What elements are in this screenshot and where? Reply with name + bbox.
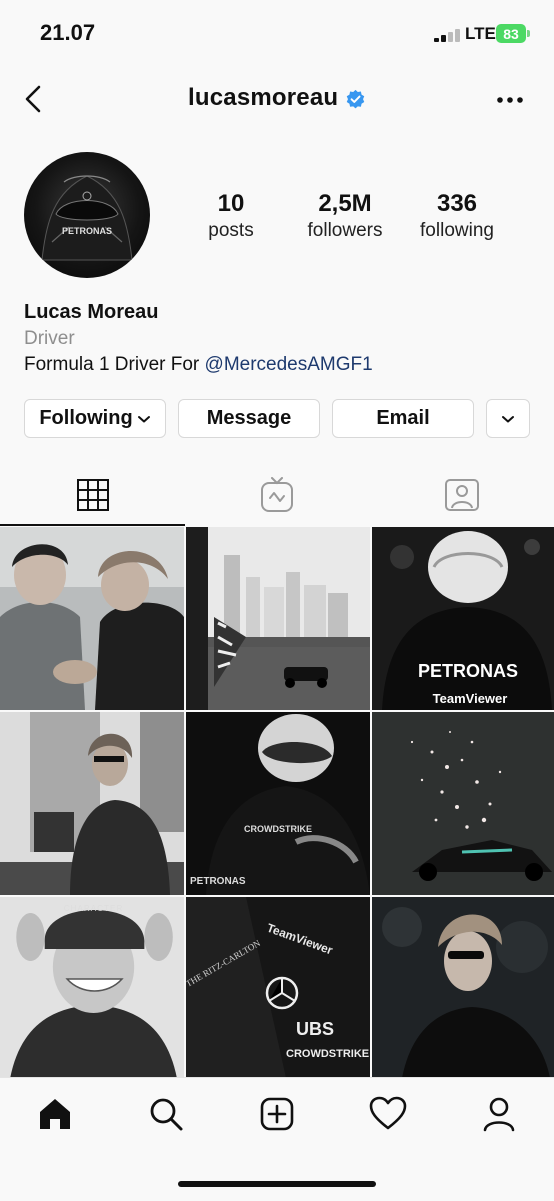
post-3-text-2: TeamViewer	[433, 691, 508, 706]
posts-count-value: 10	[217, 190, 245, 217]
bio-text: Formula 1 Driver For	[24, 354, 205, 375]
tab-igtv[interactable]	[185, 464, 369, 526]
profile-icon	[483, 1097, 515, 1132]
tab-posts-grid[interactable]	[0, 464, 185, 526]
back-button[interactable]	[22, 84, 46, 114]
following-count[interactable]: 336 following	[402, 190, 512, 244]
post-image-6	[372, 712, 554, 895]
post-5-text-2: PETRONAS	[190, 876, 246, 887]
followers-count[interactable]: 2,5M followers	[289, 190, 401, 244]
battery-tip	[527, 30, 530, 37]
nav-home[interactable]	[35, 1094, 75, 1134]
create-icon	[260, 1097, 294, 1131]
post-thumbnail-6[interactable]	[372, 712, 554, 895]
active-tab-indicator	[0, 524, 185, 526]
following-count-label: following	[420, 220, 494, 241]
post-thumbnail-2[interactable]	[186, 527, 370, 710]
status-time: 21.07	[40, 20, 96, 45]
profile-tabs	[0, 464, 554, 526]
post-thumbnail-8[interactable]: TeamViewer THE RITZ-CARLTON UBS CROWDSTR…	[186, 897, 370, 1078]
post-5-text-1: CROWDSTRIKE	[244, 824, 312, 834]
following-button-label: Following	[39, 407, 133, 429]
grid-icon	[76, 479, 109, 511]
post-thumbnail-7[interactable]: CHARACTER	[0, 897, 184, 1078]
more-dots-icon	[497, 97, 523, 103]
chevron-left-icon	[25, 85, 41, 113]
display-name: Lucas Moreau	[24, 301, 159, 323]
post-image-1	[0, 527, 184, 710]
post-8-text-3: UBS	[296, 1019, 334, 1039]
post-image-7: CHARACTER	[0, 897, 184, 1078]
avatar-text: PETRONAS	[62, 226, 112, 236]
post-7-text: CHARACTER	[64, 904, 124, 913]
profile-bio: Formula 1 Driver For @MercedesAMGF1	[24, 354, 373, 376]
tagged-icon	[444, 479, 479, 511]
profile-category: Driver	[24, 328, 75, 349]
nav-activity[interactable]	[368, 1094, 408, 1134]
verified-badge-icon	[345, 89, 366, 110]
message-button-label: Message	[206, 407, 292, 429]
suggested-accounts-button[interactable]	[486, 399, 530, 438]
post-thumbnail-4[interactable]	[0, 712, 184, 895]
post-image-2	[186, 527, 370, 710]
signal-icon	[434, 28, 462, 42]
profile-username: lucasmoreau	[188, 84, 339, 111]
home-icon	[40, 1099, 70, 1129]
post-image-5: CROWDSTRIKE PETRONAS	[186, 712, 370, 895]
heart-icon	[369, 1096, 407, 1130]
posts-count[interactable]: 10 posts	[176, 190, 286, 244]
bio-mention-link[interactable]: @MercedesAMGF1	[205, 354, 373, 375]
post-image-3: PETRONAS TeamViewer	[372, 527, 554, 710]
followers-count-value: 2,5M	[318, 190, 372, 217]
chevron-down-icon	[137, 415, 150, 422]
following-button[interactable]: Following	[24, 399, 166, 438]
home-indicator	[178, 1181, 376, 1187]
network-label: LTE	[465, 24, 496, 43]
posts-grid: PETRONAS TeamViewer CROWDSTRIKE PETRONAS	[0, 527, 554, 1078]
email-button[interactable]: Email	[332, 399, 474, 438]
post-thumbnail-9[interactable]	[372, 897, 554, 1078]
post-thumbnail-1[interactable]	[0, 527, 184, 710]
nav-search[interactable]	[146, 1094, 186, 1134]
post-image-4	[0, 712, 184, 895]
post-thumbnail-5[interactable]: CROWDSTRIKE PETRONAS	[186, 712, 370, 895]
nav-create[interactable]	[257, 1094, 297, 1134]
search-icon	[150, 1098, 183, 1131]
following-count-value: 336	[436, 190, 478, 217]
post-image-8: TeamViewer THE RITZ-CARLTON UBS CROWDSTR…	[186, 897, 370, 1078]
battery-icon: 83	[496, 24, 526, 43]
posts-count-label: posts	[208, 220, 254, 241]
avatar-helmet-image: PETRONAS	[41, 175, 133, 261]
chevron-down-icon	[502, 415, 514, 422]
igtv-icon	[261, 477, 293, 512]
nav-profile[interactable]	[479, 1094, 519, 1134]
post-image-9	[372, 897, 554, 1078]
followers-count-label: followers	[307, 220, 383, 241]
tab-tagged[interactable]	[369, 464, 554, 526]
email-button-label: Email	[376, 407, 430, 429]
message-button[interactable]: Message	[178, 399, 320, 438]
post-3-text-1: PETRONAS	[418, 661, 518, 681]
post-thumbnail-3[interactable]: PETRONAS TeamViewer	[372, 527, 554, 710]
profile-avatar[interactable]: PETRONAS	[24, 152, 150, 278]
more-options-button[interactable]	[496, 92, 524, 103]
post-8-text-4: CROWDSTRIKE	[286, 1048, 369, 1060]
